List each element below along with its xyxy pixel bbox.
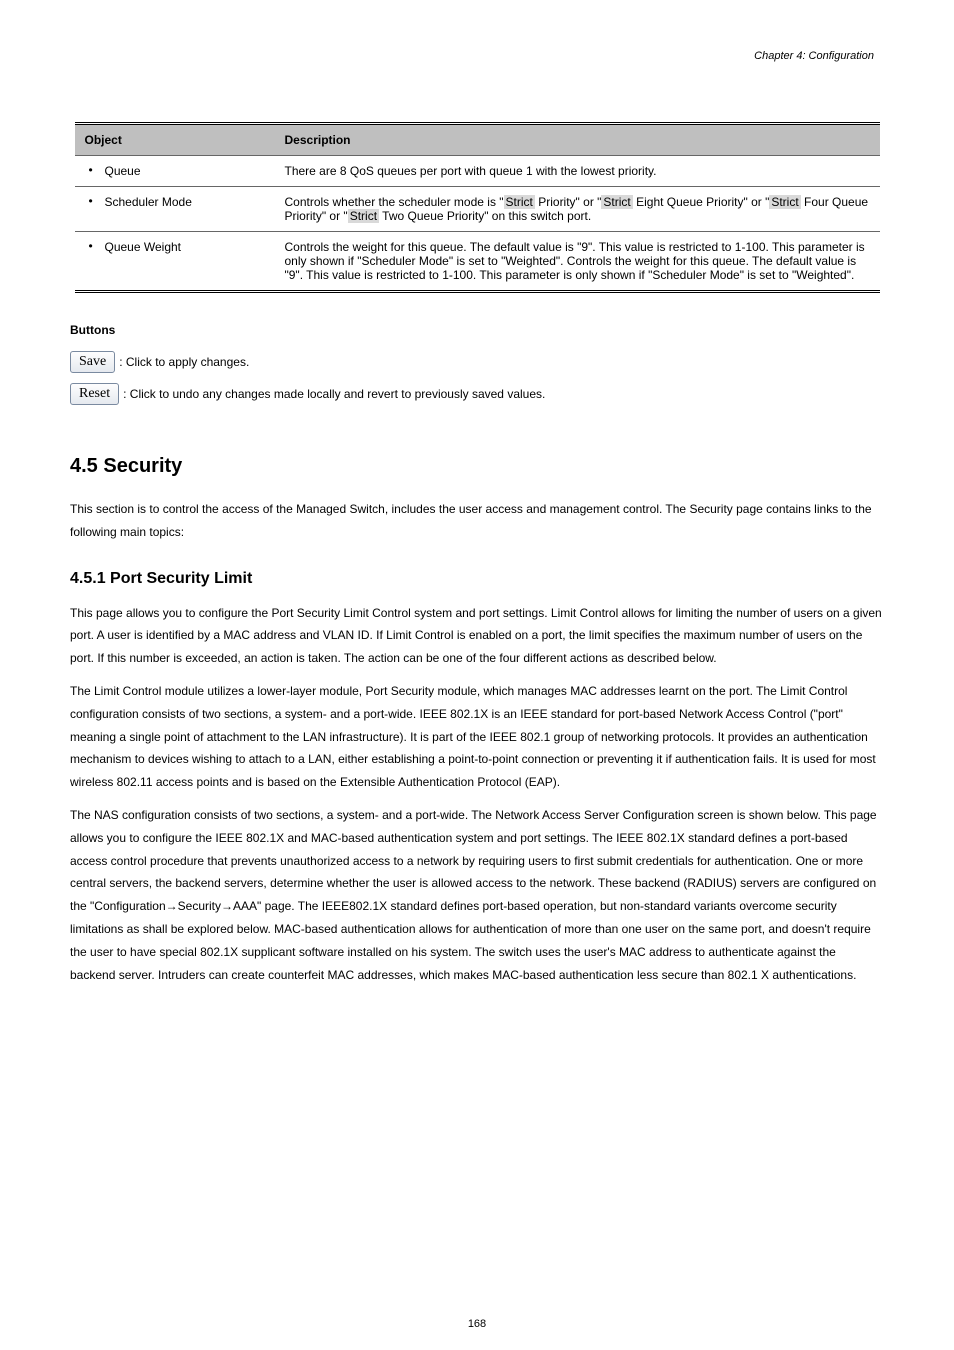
cell-object: Queue Weight xyxy=(75,232,275,292)
subsection-heading-port-security: 4.5.1 Port Security Limit xyxy=(70,570,884,588)
desc-fragment: Eight Queue Priority" or " xyxy=(633,195,770,209)
table-header-object: Object xyxy=(75,124,275,156)
cell-description: There are 8 QoS queues per port with que… xyxy=(275,156,880,187)
port-security-paragraph-3: The NAS configuration consists of two se… xyxy=(70,804,884,986)
reset-button-description: : Click to undo any changes made locally… xyxy=(123,387,545,401)
reset-button[interactable]: Reset xyxy=(70,383,119,405)
table-header-description: Description xyxy=(275,124,880,156)
desc-fragment: Two Queue Priority" on this switch port. xyxy=(379,209,591,223)
cell-object: Scheduler Mode xyxy=(75,187,275,232)
desc-fragment: Priority" or " xyxy=(535,195,602,209)
cell-description: Controls the weight for this queue. The … xyxy=(275,232,880,292)
config-path-quote: "Configuration→Security→AAA" page. The I… xyxy=(90,899,503,913)
object-description-table: Object Description Queue There are 8 QoS… xyxy=(75,122,880,293)
highlight: Strict xyxy=(348,209,379,223)
highlight: Strict xyxy=(601,195,632,209)
page-number: 168 xyxy=(0,1318,954,1330)
security-intro-paragraph: This section is to control the access of… xyxy=(70,498,884,544)
cell-object: Queue xyxy=(75,156,275,187)
table-row: Scheduler Mode Controls whether the sche… xyxy=(75,187,880,232)
port-security-paragraph-2: The Limit Control module utilizes a lowe… xyxy=(70,680,884,794)
port-security-paragraph-1: This page allows you to configure the Po… xyxy=(70,602,884,670)
paragraph-fragment: The NAS configuration consists of two se… xyxy=(70,808,877,913)
cell-description: Controls whether the scheduler mode is "… xyxy=(275,187,880,232)
highlight: Strict xyxy=(769,195,800,209)
save-button-description: : Click to apply changes. xyxy=(119,355,249,369)
table-row: Queue Weight Controls the weight for thi… xyxy=(75,232,880,292)
highlight: Strict xyxy=(504,195,535,209)
save-button[interactable]: Save xyxy=(70,351,115,373)
chapter-header: Chapter 4: Configuration xyxy=(70,50,884,62)
buttons-heading: Buttons xyxy=(70,323,884,337)
section-heading-security: 4.5 Security xyxy=(70,455,884,478)
desc-fragment: Controls whether the scheduler mode is " xyxy=(285,195,504,209)
table-row: Queue There are 8 QoS queues per port wi… xyxy=(75,156,880,187)
